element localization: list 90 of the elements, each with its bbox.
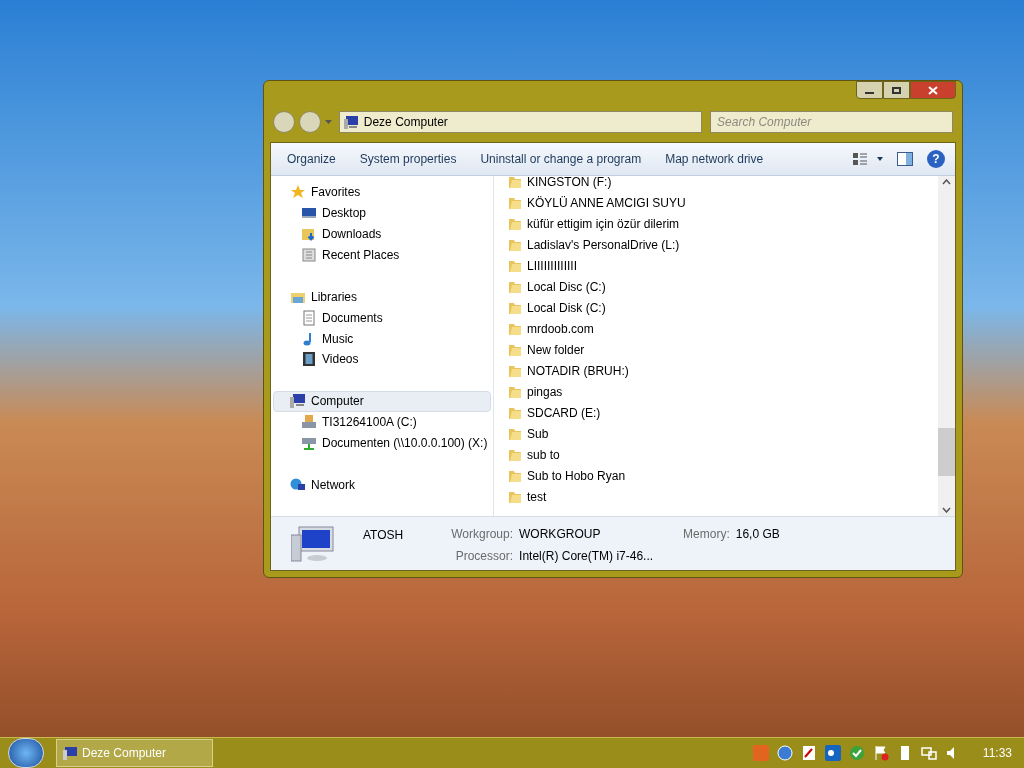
folder-item[interactable]: KÖYLÜ ANNE AMCIGI SUYU [508,192,938,213]
drive-icon [301,414,317,431]
scroll-thumb[interactable] [938,428,955,476]
view-options-icon[interactable] [853,153,883,165]
start-button[interactable] [8,738,44,768]
close-button[interactable] [910,81,956,99]
toolbar-button[interactable]: Uninstall or change a program [470,147,652,171]
folder-item[interactable]: LIIIIIIIIIIIII [508,255,938,276]
folder-icon [508,384,522,399]
computer-icon [343,115,359,129]
toolbar-button[interactable]: System properties [349,147,467,171]
download-icon [301,226,317,243]
dropdown-icon[interactable] [324,120,332,124]
folder-item[interactable]: KINGSTON (F:) [508,171,938,192]
folder-item[interactable]: Sub to Hobo Ryan [508,465,938,486]
computer-name: ATOSH [363,527,404,544]
computer-icon [63,746,78,760]
folder-icon [508,447,522,462]
folder-icon [508,405,522,420]
detail-label: Workgroup: [451,526,514,543]
forward-button[interactable] [298,111,321,133]
nav-section[interactable]: Network [273,474,491,496]
scrollbar[interactable] [938,176,955,516]
folder-item[interactable]: pingas [508,381,938,402]
folder-icon [508,174,522,189]
folder-item[interactable]: sub to [508,444,938,465]
pdf-icon[interactable] [800,745,817,761]
folder-item[interactable]: Ladislav's PersonalDrive (L:) [508,234,938,255]
detail-label: Processor: [454,548,514,565]
nav-item[interactable]: Documenten (\\10.0.0.100) (X:) [273,432,491,454]
nav-section[interactable]: Favorites [273,182,491,203]
folder-icon [508,426,522,441]
address-bar[interactable]: Deze Computer [338,111,703,133]
globe-icon[interactable] [776,745,793,761]
folder-icon [508,279,522,294]
document-icon [301,309,317,326]
folder-item[interactable]: mrdoob.com [508,318,938,339]
nav-item[interactable]: Recent Places [273,244,491,266]
preview-pane-icon[interactable] [897,152,913,166]
folder-item[interactable]: Local Disk (C:) [508,297,938,318]
network-icon [290,476,306,493]
toolbar-button[interactable]: Organize [277,147,346,171]
folder-item[interactable]: Local Disc (C:) [508,276,938,297]
computer-icon [291,525,335,563]
search-field[interactable]: Search Computer [710,111,953,133]
folder-item[interactable]: küfür ettigim için özür dilerim [508,213,938,234]
close-icon [928,85,938,95]
detail-label: Memory: [683,526,730,543]
nav-item[interactable]: Documents [273,307,491,329]
folder-icon [508,237,522,252]
scroll-down-icon[interactable] [942,507,951,513]
folder-icon [508,489,522,504]
nav-item[interactable]: Music [273,328,491,349]
nav-section[interactable]: Computer [273,390,491,412]
network-icon[interactable] [920,745,937,761]
folder-icon [508,321,522,336]
computer-icon [290,393,306,410]
nav-item[interactable]: Desktop [273,202,491,224]
toolbar-button[interactable]: Map network drive [655,147,774,171]
folder-icon [508,363,522,378]
folder-item[interactable]: Sub [508,423,938,444]
folder-icon [508,468,522,483]
folder-icon [508,258,522,273]
detail-value: WORKGROUP [519,526,602,543]
video-icon [301,351,317,368]
folder-item[interactable]: NOTADIR (BRUH:) [508,360,938,381]
nav-item[interactable]: Downloads [273,223,491,245]
minimize-button[interactable] [856,81,883,99]
folder-icon [508,195,522,210]
folder-item[interactable]: test [508,486,938,507]
nav-item[interactable]: TI31264100A (C:) [273,411,491,433]
shield-check-icon[interactable] [848,745,865,761]
nav-item[interactable]: Videos [273,349,491,370]
folder-item[interactable]: New folder [508,339,938,360]
help-button[interactable]: ? [927,150,945,168]
folder-icon [508,216,522,231]
maximize-button[interactable] [883,81,910,99]
scroll-up-icon[interactable] [942,179,951,185]
detail-value: Intel(R) Core(TM) i7-46... [519,548,654,565]
flag-icon[interactable] [872,745,889,761]
folder-item[interactable]: SDCARD (E:) [508,402,938,423]
folder-icon [508,300,522,315]
star-icon [290,184,306,201]
recent-icon [301,247,317,264]
detail-value: 16,0 GB [735,526,780,543]
address-text: Deze Computer [363,114,448,131]
mail-app-icon[interactable] [824,745,841,761]
nav-section[interactable]: Libraries [273,286,491,308]
back-button[interactable] [273,111,295,133]
folder-icon [508,342,522,357]
